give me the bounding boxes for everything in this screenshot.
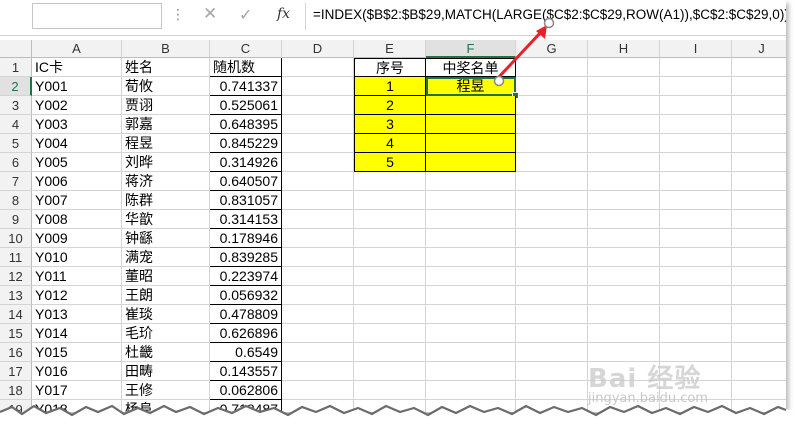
arrow-line bbox=[496, 30, 543, 80]
annotation-arrow bbox=[493, 17, 555, 87]
arrow-end-dot bbox=[543, 17, 555, 29]
arrow-start-dot bbox=[493, 75, 505, 87]
torn-paper-edge bbox=[0, 404, 795, 432]
spreadsheet-screenshot: ⋮ ✕ ✓ fx =INDEX($B$2:$B$29,MATCH(LARGE($… bbox=[0, 0, 786, 412]
